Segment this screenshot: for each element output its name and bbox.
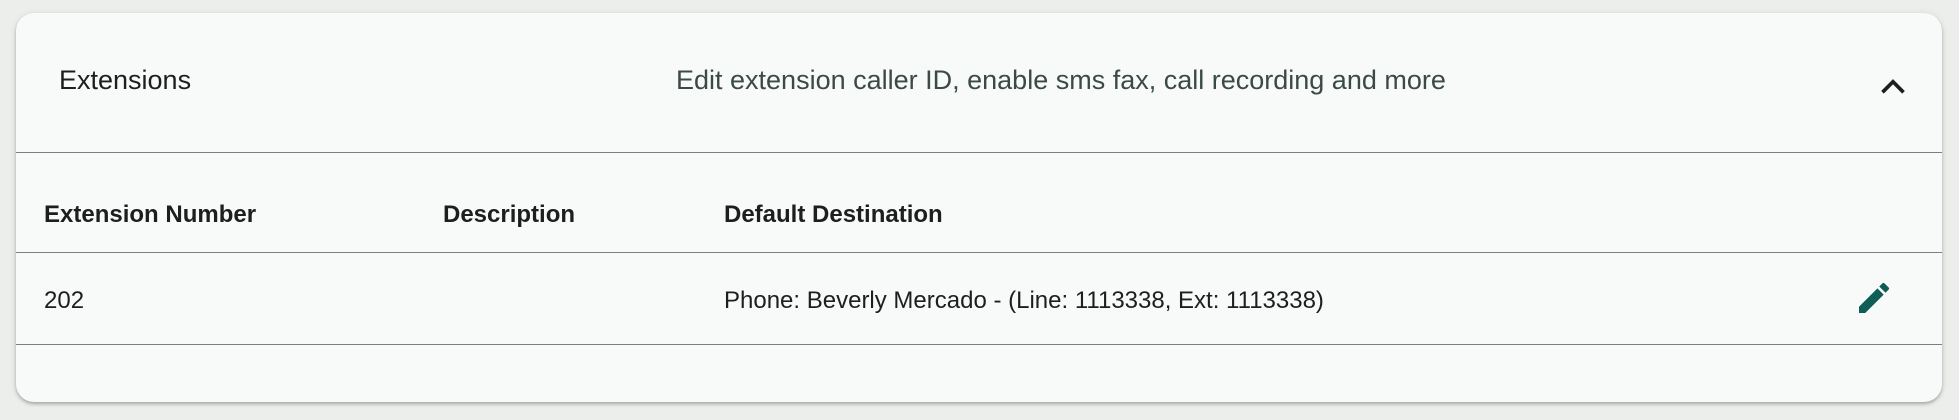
panel-title: Extensions [59, 65, 192, 95]
panel-subtitle: Edit extension caller ID, enable sms fax… [676, 65, 1446, 95]
column-header-default-destination[interactable]: Default Destination [724, 201, 943, 229]
table-header-row: Extension Number Description Default Des… [16, 153, 1942, 253]
default-destination-cell: Phone: Beverly Mercado - (Line: 1113338,… [724, 287, 1324, 314]
column-header-description[interactable]: Description [443, 201, 575, 229]
extensions-panel: Extensions Edit extension caller ID, ena… [16, 13, 1942, 402]
column-header-extension-number[interactable]: Extension Number [44, 201, 256, 229]
chevron-up-icon[interactable] [1876, 69, 1910, 103]
pencil-icon[interactable] [1854, 278, 1894, 318]
table-row[interactable]: 202 Phone: Beverly Mercado - (Line: 1113… [16, 253, 1942, 345]
extension-number-cell: 202 [44, 287, 85, 314]
panel-header[interactable]: Extensions Edit extension caller ID, ena… [16, 13, 1942, 153]
